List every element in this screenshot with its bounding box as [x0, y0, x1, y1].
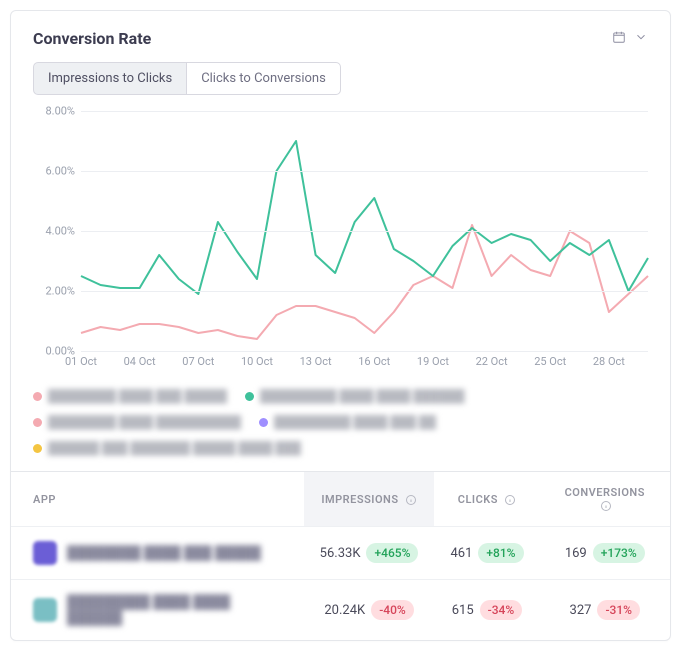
legend-label: ██████ ███ ███████ █████ ████ ███	[48, 441, 301, 455]
legend-label: ████████ ████ ███ █████	[48, 389, 227, 403]
legend-label: ████████ ████ ██████████	[48, 415, 241, 429]
app-icon	[33, 598, 57, 622]
card-title: Conversion Rate	[33, 29, 151, 48]
x-axis-label: 22 Oct	[476, 355, 508, 368]
legend-swatch	[33, 392, 42, 401]
date-picker[interactable]	[612, 30, 648, 48]
legend-item[interactable]: █████████ ████ ████ ██████	[245, 389, 464, 403]
x-axis-label: 04 Oct	[124, 355, 156, 368]
legend-swatch	[245, 392, 254, 401]
info-icon[interactable]	[504, 494, 516, 506]
chart-series	[81, 141, 648, 294]
y-axis-label: 8.00%	[33, 105, 75, 118]
conversions-delta: -31%	[597, 600, 640, 620]
legend-item[interactable]: ██████ ███ ███████ █████ ████ ███	[33, 441, 301, 455]
col-header-app[interactable]: APP	[11, 472, 304, 527]
x-axis-label: 25 Oct	[534, 355, 566, 368]
app-name: ████████ ████ ███ █████	[67, 545, 261, 561]
info-icon[interactable]	[405, 494, 417, 506]
tab-clicks-to-conversions[interactable]: Clicks to Conversions	[187, 62, 341, 95]
tab-impressions-to-clicks[interactable]: Impressions to Clicks	[33, 62, 187, 95]
apps-table: APP IMPRESSIONS CLICKS CONVERSIONS █████…	[11, 471, 670, 640]
clicks-value: 615	[452, 603, 474, 618]
legend-item[interactable]: ████████ ████ ██████████	[33, 415, 241, 429]
x-axis-label: 01 Oct	[65, 355, 97, 368]
y-axis-label: 2.00%	[33, 285, 75, 298]
grid-line	[81, 291, 648, 292]
table-row[interactable]: █████████ ████ ████ ██████20.24K-40%615-…	[11, 580, 670, 641]
x-axis-label: 19 Oct	[417, 355, 449, 368]
app-name: █████████ ████ ████ ██████	[67, 594, 288, 626]
chevron-down-icon	[634, 30, 648, 48]
legend-swatch	[33, 444, 42, 453]
clicks-delta: -34%	[480, 600, 523, 620]
impressions-value: 56.33K	[320, 546, 361, 561]
x-axis-label: 16 Oct	[358, 355, 390, 368]
chart-series	[81, 225, 648, 339]
conversion-rate-card: Conversion Rate Impressions to Clicks Cl…	[10, 10, 671, 641]
x-axis-label: 28 Oct	[593, 355, 625, 368]
card-header: Conversion Rate	[11, 11, 670, 62]
legend-swatch	[33, 418, 42, 427]
col-header-conversions[interactable]: CONVERSIONS	[540, 472, 670, 527]
table-row[interactable]: ████████ ████ ███ █████ 56.33K +465% 461 +81…	[11, 527, 670, 580]
legend-label: █████████ ████ ███ ██	[274, 415, 436, 429]
x-axis-label: 07 Oct	[182, 355, 214, 368]
legend-label: █████████ ████ ████ ██████	[260, 389, 464, 403]
chart: 0.00%2.00%4.00%6.00%8.00% 01 Oct04 Oct07…	[11, 105, 670, 381]
legend-item[interactable]: █████████ ████ ███ ██	[259, 415, 436, 429]
y-axis-label: 6.00%	[33, 165, 75, 178]
legend-item[interactable]: ████████ ████ ███ █████	[33, 389, 227, 403]
app-icon	[33, 541, 57, 565]
col-header-impressions[interactable]: IMPRESSIONS	[304, 472, 435, 527]
x-axis-label: 13 Oct	[300, 355, 332, 368]
info-icon[interactable]	[600, 500, 612, 512]
y-axis-label: 4.00%	[33, 225, 75, 238]
chart-legend: ████████ ████ ███ █████ █████████ ████ ██…	[11, 381, 670, 471]
conversions-value: 327	[570, 603, 592, 618]
conversions-delta: +173%	[593, 543, 645, 563]
metric-tabs: Impressions to Clicks Clicks to Conversi…	[11, 62, 670, 105]
grid-line	[81, 351, 648, 352]
calendar-icon	[612, 30, 626, 48]
x-axis-label: 10 Oct	[241, 355, 273, 368]
grid-line	[81, 171, 648, 172]
grid-line	[81, 231, 648, 232]
impressions-delta: -40%	[371, 600, 414, 620]
legend-swatch	[259, 418, 268, 427]
col-header-clicks[interactable]: CLICKS	[434, 472, 539, 527]
impressions-delta: +465%	[366, 543, 418, 563]
impressions-value: 20.24K	[324, 603, 365, 618]
clicks-value: 461	[450, 546, 472, 561]
grid-line	[81, 111, 648, 112]
clicks-delta: +81%	[478, 543, 523, 563]
conversions-value: 169	[565, 546, 587, 561]
